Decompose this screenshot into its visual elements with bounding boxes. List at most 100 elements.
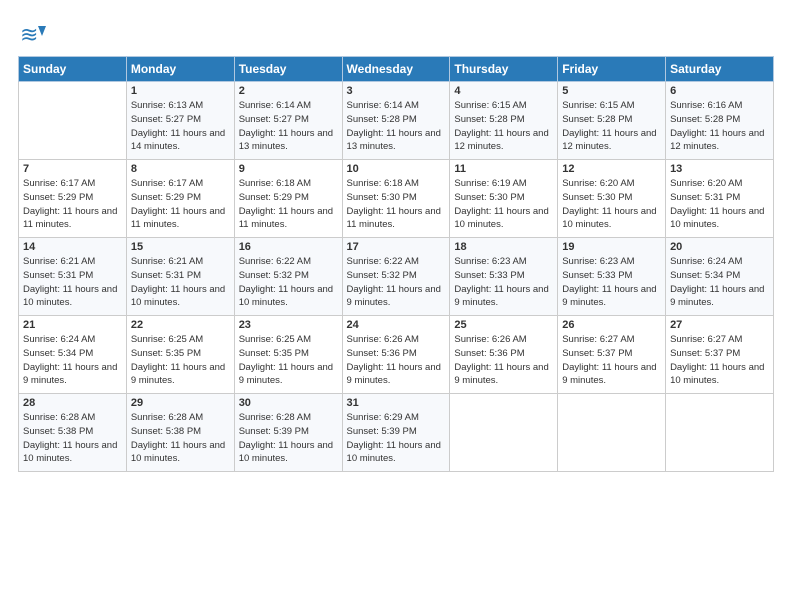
cell-info: Sunrise: 6:18 AMSunset: 5:29 PMDaylight:… [239,177,338,232]
cell-info: Sunrise: 6:29 AM Sunset: 5:39 PM Daylight:… [347,411,446,466]
logo-icon: ≋ [18,22,46,50]
svg-text:≋: ≋ [20,22,38,47]
day-number: 23 [239,319,338,331]
cell-info: Sunrise: 6:15 AMSunset: 5:28 PMDaylight:… [562,99,661,154]
day-cell: 31Sunrise: 6:29 AMSunset: 5:39 PMDayligh… [342,394,450,472]
header-cell-thursday: Thursday [450,57,558,82]
sunrise-text: Sunrise: 6:18 AM [239,178,311,189]
header-cell-saturday: Saturday [666,57,774,82]
day-number: 12 [562,163,661,175]
sunset-text: Sunset: 5:39 PM [239,426,309,437]
day-cell: 23Sunrise: 6:25 AMSunset: 5:35 PMDayligh… [234,316,342,394]
sunset-text: Sunset: 5:27 PM [131,114,201,125]
sunrise-text: Sunrise: 6:13 AM [131,100,203,111]
daylight-text: Daylight: 11 hours and 10 minutes. [131,284,225,309]
day-number: 9 [239,163,338,175]
sunrise-text: Sunrise: 6:19 AM [454,178,526,189]
day-number: 17 [347,241,446,253]
daylight-text: Daylight: 11 hours and 10 minutes. [670,362,764,387]
daylight-text: Daylight: 11 hours and 11 minutes. [131,206,225,231]
daylight-text: Daylight: 11 hours and 10 minutes. [670,206,764,231]
daylight-text: Daylight: 11 hours and 10 minutes. [239,440,333,465]
day-number: 1 [131,85,230,97]
daylight-text: Daylight: 11 hours and 12 minutes. [670,128,764,153]
sunrise-text: Sunrise: 6:17 AM [131,178,203,189]
sunrise-text: Sunrise: 6:25 AM [131,334,203,345]
daylight-text: Daylight: 11 hours and 9 minutes. [454,284,548,309]
sunset-text: Sunset: 5:34 PM [23,348,93,359]
sunset-text: Sunset: 5:38 PM [23,426,93,437]
sunrise-text: Sunrise: 6:25 AM [239,334,311,345]
day-number: 10 [347,163,446,175]
sunrise-text: Sunrise: 6:24 AM [23,334,95,345]
cell-info: Sunrise: 6:22 AMSunset: 5:32 PMDaylight:… [347,255,446,310]
week-row-4: 28 Sunrise: 6:28 AM Sunset: 5:38 PM Dayligh… [19,394,774,472]
day-cell: 8Sunrise: 6:17 AMSunset: 5:29 PMDaylight… [126,160,234,238]
sunrise-text: Sunrise: 6:22 AM [239,256,311,267]
sunrise-text: Sunrise: 6:15 AM [562,100,634,111]
daylight-text: Daylight: 11 hours and 9 minutes. [347,362,441,387]
daylight-text: Daylight: 11 hours and 14 minutes. [131,128,225,153]
cell-info: Sunrise: 6:26 AMSunset: 5:36 PMDaylight:… [454,333,553,388]
sunrise-text: Sunrise: 6:21 AM [131,256,203,267]
sunset-text: Sunset: 5:39 PM [347,426,417,437]
day-cell: 7Sunrise: 6:17 AMSunset: 5:29 PMDaylight… [19,160,127,238]
day-number: 29 [131,397,230,409]
daylight-text: Daylight: 11 hours and 11 minutes. [347,206,441,231]
week-row-0: 1 Sunrise: 6:13 AM Sunset: 5:27 PM Daylight… [19,82,774,160]
sunrise-text: Sunrise: 6:20 AM [562,178,634,189]
day-cell: 1 Sunrise: 6:13 AM Sunset: 5:27 PM Daylight… [126,82,234,160]
day-cell: 15Sunrise: 6:21 AMSunset: 5:31 PMDayligh… [126,238,234,316]
sunrise-text: Sunrise: 6:14 AM [347,100,419,111]
sunset-text: Sunset: 5:32 PM [239,270,309,281]
sunset-text: Sunset: 5:28 PM [562,114,632,125]
sunset-text: Sunset: 5:30 PM [347,192,417,203]
day-number: 25 [454,319,553,331]
day-number: 8 [131,163,230,175]
sunset-text: Sunset: 5:33 PM [562,270,632,281]
daylight-text: Daylight: 11 hours and 9 minutes. [454,362,548,387]
sunrise-text: Sunrise: 6:29 AM [347,412,419,423]
day-number: 4 [454,85,553,97]
cell-info: Sunrise: 6:27 AMSunset: 5:37 PMDaylight:… [562,333,661,388]
cell-info: Sunrise: 6:24 AMSunset: 5:34 PMDaylight:… [23,333,122,388]
daylight-text: Daylight: 11 hours and 9 minutes. [670,284,764,309]
day-cell: 14Sunrise: 6:21 AMSunset: 5:31 PMDayligh… [19,238,127,316]
day-cell: 24Sunrise: 6:26 AMSunset: 5:36 PMDayligh… [342,316,450,394]
sunset-text: Sunset: 5:28 PM [454,114,524,125]
daylight-text: Daylight: 11 hours and 11 minutes. [239,206,333,231]
sunrise-text: Sunrise: 6:28 AM [131,412,203,423]
day-cell: 9 Sunrise: 6:18 AMSunset: 5:29 PMDaylight… [234,160,342,238]
sunrise-text: Sunrise: 6:20 AM [670,178,742,189]
sunset-text: Sunset: 5:31 PM [23,270,93,281]
cell-info: Sunrise: 6:25 AMSunset: 5:35 PMDaylight:… [131,333,230,388]
week-row-3: 21Sunrise: 6:24 AMSunset: 5:34 PMDayligh… [19,316,774,394]
sunset-text: Sunset: 5:35 PM [131,348,201,359]
daylight-text: Daylight: 11 hours and 10 minutes. [562,206,656,231]
daylight-text: Daylight: 11 hours and 9 minutes. [562,362,656,387]
daylight-text: Daylight: 11 hours and 12 minutes. [454,128,548,153]
cell-info: Sunrise: 6:18 AMSunset: 5:30 PMDaylight:… [347,177,446,232]
day-cell: 13Sunrise: 6:20 AMSunset: 5:31 PMDayligh… [666,160,774,238]
header-cell-wednesday: Wednesday [342,57,450,82]
day-number: 13 [670,163,769,175]
day-number: 18 [454,241,553,253]
daylight-text: Daylight: 11 hours and 13 minutes. [347,128,441,153]
day-cell: 17 Sunrise: 6:22 AMSunset: 5:32 PMDayligh… [342,238,450,316]
sunrise-text: Sunrise: 6:28 AM [23,412,95,423]
day-cell: 5Sunrise: 6:15 AMSunset: 5:28 PMDaylight… [558,82,666,160]
sunset-text: Sunset: 5:37 PM [562,348,632,359]
daylight-text: Daylight: 11 hours and 13 minutes. [239,128,333,153]
sunset-text: Sunset: 5:38 PM [131,426,201,437]
cell-info: Sunrise: 6:26 AMSunset: 5:36 PMDaylight:… [347,333,446,388]
sunrise-text: Sunrise: 6:15 AM [454,100,526,111]
sunset-text: Sunset: 5:33 PM [454,270,524,281]
logo: ≋ [18,22,50,50]
day-cell: 10 Sunrise: 6:18 AMSunset: 5:30 PMDayligh… [342,160,450,238]
calendar-header: SundayMondayTuesdayWednesdayThursdayFrid… [19,57,774,82]
daylight-text: Daylight: 11 hours and 10 minutes. [347,440,441,465]
week-row-2: 14Sunrise: 6:21 AMSunset: 5:31 PMDayligh… [19,238,774,316]
day-number: 28 [23,397,122,409]
sunset-text: Sunset: 5:32 PM [347,270,417,281]
day-cell: 29Sunrise: 6:28 AMSunset: 5:38 PMDayligh… [126,394,234,472]
